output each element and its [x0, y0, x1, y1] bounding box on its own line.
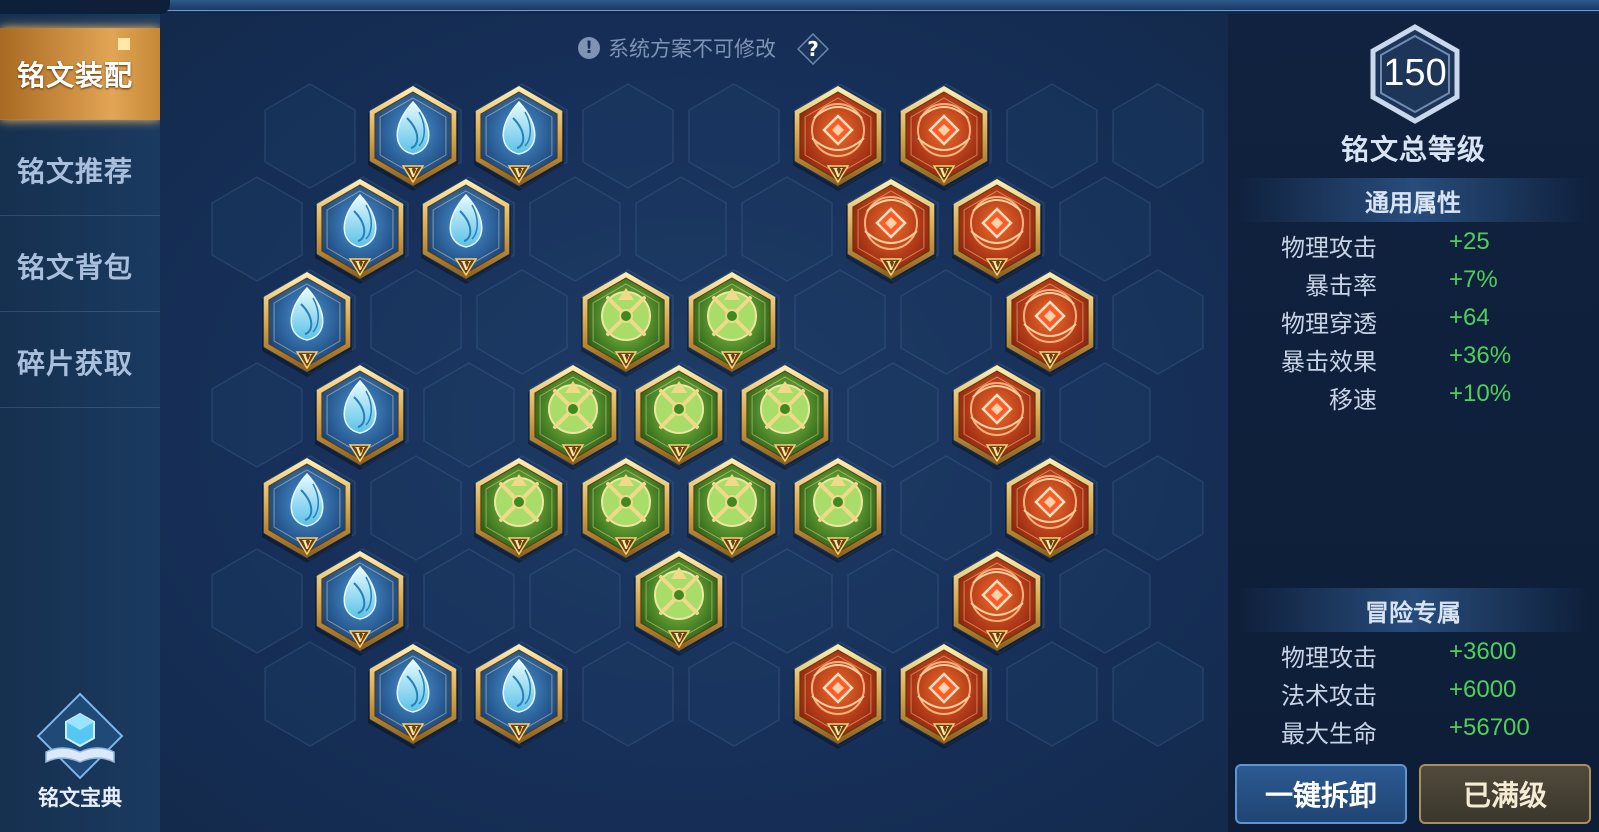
empty-slot	[476, 269, 568, 375]
rune-tier-label: V	[513, 538, 524, 552]
empty-slot	[423, 362, 515, 468]
empty-slot	[1112, 83, 1204, 189]
stat-value: +3600	[1449, 638, 1517, 665]
rune-tier-label: V	[460, 259, 471, 273]
stat-row: 物理攻击 +25	[1228, 228, 1599, 264]
empty-slot	[582, 83, 674, 189]
rune-tier-label: V	[620, 538, 631, 552]
rune-tier-label: V	[513, 166, 524, 180]
rune-tier-label: V	[885, 259, 896, 273]
stat-value: +6000	[1449, 676, 1517, 703]
empty-slot	[741, 548, 833, 654]
rune-tier-label: V	[726, 352, 737, 366]
empty-slot	[1006, 641, 1098, 747]
rune-tier-label: V	[991, 259, 1002, 273]
stat-row: 暴击效果 +36%	[1228, 342, 1599, 378]
rune-tier-label: V	[991, 631, 1002, 645]
rune-tier-label: V	[407, 166, 418, 180]
empty-slot	[688, 83, 780, 189]
stat-name: 法术攻击	[1281, 682, 1377, 710]
empty-slot	[423, 548, 515, 654]
stat-name: 暴击率	[1305, 272, 1377, 300]
empty-slot	[847, 548, 939, 654]
rune-tier-label: V	[354, 259, 365, 273]
stat-value: +10%	[1449, 380, 1512, 407]
stat-name: 移速	[1329, 386, 1377, 414]
stat-row: 最大生命 +56700	[1228, 714, 1599, 750]
rune-tier-label: V	[1044, 538, 1055, 552]
rune-tier-label: V	[832, 166, 843, 180]
empty-slot	[688, 641, 780, 747]
empty-slot	[900, 455, 992, 561]
empty-slot	[370, 455, 462, 561]
empty-slot	[794, 269, 886, 375]
total-level-label: 铭文总等级	[1340, 133, 1486, 166]
empty-slot	[264, 83, 356, 189]
stat-row: 物理攻击 +3600	[1228, 638, 1599, 674]
empty-slot	[582, 641, 674, 747]
empty-slot	[211, 362, 303, 468]
stat-value: +56700	[1449, 714, 1530, 741]
stat-row: 暴击率 +7%	[1228, 266, 1599, 302]
rune-tier-label: V	[620, 352, 631, 366]
empty-slot	[1112, 641, 1204, 747]
stat-value: +36%	[1449, 342, 1512, 369]
rune-tier-label: V	[726, 538, 737, 552]
empty-slot	[1059, 176, 1151, 282]
empty-slot	[211, 176, 303, 282]
empty-slot	[1006, 83, 1098, 189]
stat-name: 物理攻击	[1281, 644, 1377, 672]
adventure-attributes-title: 冒险专属	[1238, 588, 1588, 632]
stat-value: +7%	[1449, 266, 1498, 293]
stat-row: 移速 +10%	[1228, 380, 1599, 416]
stat-name: 暴击效果	[1281, 348, 1377, 376]
rune-tier-label: V	[938, 724, 949, 738]
rune-tier-label: V	[1044, 352, 1055, 366]
rune-tier-label: V	[513, 724, 524, 738]
rune-tier-label: V	[354, 631, 365, 645]
empty-slot	[529, 176, 621, 282]
empty-slot	[529, 548, 621, 654]
empty-slot	[1112, 455, 1204, 561]
rune-tier-label: V	[938, 166, 949, 180]
stat-value: +25	[1449, 228, 1490, 255]
stat-row: 法术攻击 +6000	[1228, 676, 1599, 712]
stat-name: 物理攻击	[1281, 234, 1377, 262]
stat-value: +64	[1449, 304, 1490, 331]
empty-slot	[1059, 362, 1151, 468]
empty-slot	[1112, 269, 1204, 375]
max-level-button[interactable]: 已满级	[1419, 764, 1591, 824]
empty-slot	[370, 269, 462, 375]
empty-slot	[635, 176, 727, 282]
rune-tier-label: V	[832, 724, 843, 738]
stat-row: 物理穿透 +64	[1228, 304, 1599, 340]
empty-slot	[1059, 548, 1151, 654]
rune-tier-label: V	[673, 445, 684, 459]
rune-tier-label: V	[673, 631, 684, 645]
rune-tier-label: V	[991, 445, 1002, 459]
empty-slot	[211, 548, 303, 654]
general-attributes-title: 通用属性	[1238, 178, 1588, 222]
empty-slot	[900, 269, 992, 375]
empty-slot	[264, 641, 356, 747]
rune-tier-label: V	[832, 538, 843, 552]
rune-tier-label: V	[567, 445, 578, 459]
rune-tier-label: V	[301, 352, 312, 366]
rune-tier-label: V	[407, 724, 418, 738]
stat-name: 物理穿透	[1281, 310, 1377, 338]
total-level-value: 150	[1383, 52, 1447, 94]
empty-slot	[741, 176, 833, 282]
unload-all-button[interactable]: 一键拆卸	[1235, 764, 1407, 824]
empty-slot	[847, 362, 939, 468]
stat-name: 最大生命	[1281, 720, 1377, 748]
rune-tier-label: V	[354, 445, 365, 459]
rune-tier-label: V	[779, 445, 790, 459]
rune-tier-label: V	[301, 538, 312, 552]
